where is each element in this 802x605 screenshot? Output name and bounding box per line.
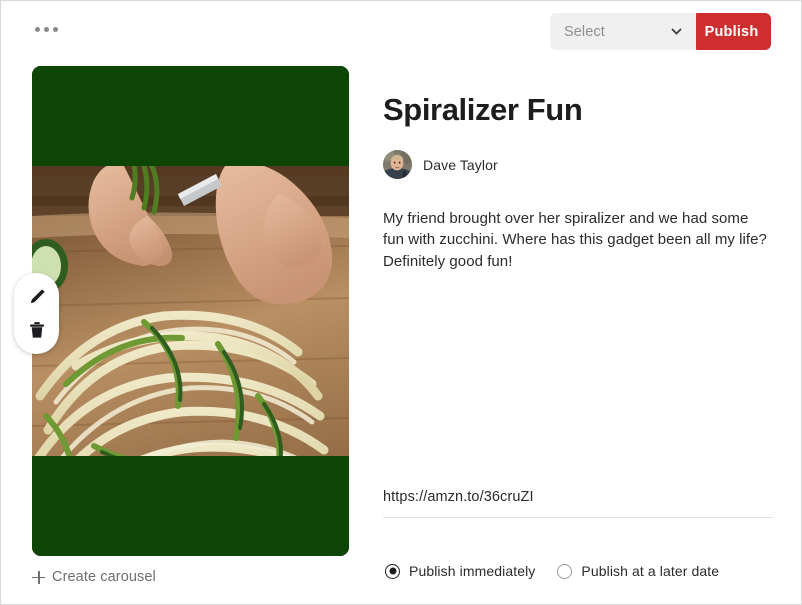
link-field-wrapper	[383, 488, 773, 518]
trash-icon[interactable]	[26, 319, 48, 341]
post-image-card[interactable]	[32, 66, 349, 556]
create-carousel-button[interactable]: Create carousel	[32, 569, 156, 585]
ellipsis-horizontal-icon[interactable]	[31, 23, 62, 36]
page-title: Spiralizer Fun	[383, 92, 583, 127]
author-row: Dave Taylor	[383, 150, 773, 180]
media-tool-panel	[14, 273, 59, 354]
post-detail-column: Spiralizer Fun Dave Taylor My friend bro…	[383, 91, 773, 272]
chevron-down-icon	[671, 26, 682, 37]
radio-publish-later-label: Publish at a later date	[581, 563, 720, 579]
radio-publish-later[interactable]: Publish at a later date	[557, 563, 719, 579]
menu-dot	[35, 27, 40, 32]
top-toolbar: Select Publish	[1, 1, 801, 61]
menu-dot	[44, 27, 49, 32]
channel-select-label: Select	[564, 23, 605, 40]
avatar	[383, 150, 412, 180]
media-column	[14, 66, 349, 556]
radio-publish-immediately-label: Publish immediately	[409, 563, 536, 579]
channel-select[interactable]: Select	[550, 13, 696, 50]
post-description: My friend brought over her spiralizer an…	[383, 210, 767, 270]
schedule-options: Publish immediately Publish at a later d…	[385, 563, 719, 579]
letterbox-top	[32, 66, 349, 166]
link-input[interactable]	[383, 489, 773, 518]
toolbar-actions: Select Publish	[550, 13, 771, 50]
pencil-icon[interactable]	[26, 286, 48, 308]
publish-button[interactable]: Publish	[692, 13, 771, 50]
radio-publish-immediately[interactable]: Publish immediately	[385, 563, 535, 579]
post-editor-window: Select Publish Create carousel Spiralize…	[0, 0, 802, 605]
plus-icon	[32, 570, 45, 584]
letterbox-bottom	[32, 456, 349, 556]
menu-dot	[53, 27, 58, 32]
radio-indicator-unselected	[557, 563, 573, 579]
radio-indicator-selected	[385, 563, 400, 579]
create-carousel-label: Create carousel	[52, 569, 156, 585]
author-name: Dave Taylor	[423, 156, 498, 173]
